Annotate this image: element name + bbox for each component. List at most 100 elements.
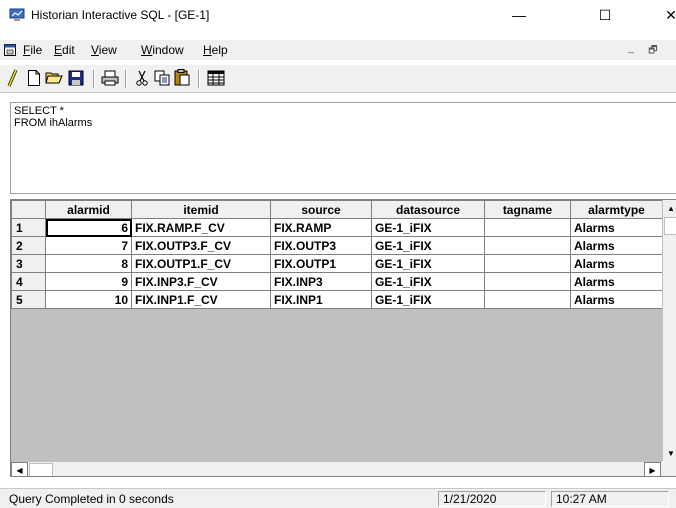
row-number[interactable]: 3 <box>11 254 46 273</box>
cell-alarmid[interactable]: 7 <box>45 236 132 255</box>
cell-alarmid[interactable]: 9 <box>45 272 132 291</box>
status-bar: Query Completed in 0 seconds 1/21/2020 1… <box>0 488 676 508</box>
column-header-itemid[interactable]: itemid <box>131 200 271 219</box>
row-number[interactable]: 5 <box>11 290 46 309</box>
results-table: alarmid itemid source datasource tagname… <box>11 200 663 309</box>
cell-source[interactable]: FIX.RAMP <box>270 218 372 237</box>
cell-tagname[interactable] <box>484 272 571 291</box>
cell-source[interactable]: FIX.INP1 <box>270 290 372 309</box>
cell-datasource[interactable]: GE-1_iFIX <box>371 254 485 273</box>
copy-button[interactable] <box>151 68 173 90</box>
save-icon <box>68 70 84 89</box>
column-header-alarmtype[interactable]: alarmtype <box>570 200 663 219</box>
grid-icon <box>207 70 225 89</box>
scroll-left-arrow-icon[interactable]: ◀ <box>11 462 28 476</box>
historian-app-icon <box>9 8 25 22</box>
menu-window[interactable]: Window <box>141 43 184 57</box>
paste-icon <box>174 69 190 89</box>
table-row[interactable]: 2 7 FIX.OUTP3.F_CV FIX.OUTP3 GE-1_iFIX A… <box>11 236 663 255</box>
toolbar-separator <box>93 70 95 88</box>
cell-source[interactable]: FIX.INP3 <box>270 272 372 291</box>
cell-alarmid[interactable]: 8 <box>45 254 132 273</box>
results-grid[interactable]: alarmid itemid source datasource tagname… <box>10 199 676 477</box>
cut-button[interactable] <box>131 68 153 90</box>
horizontal-scrollbar[interactable]: ◀ ▶ <box>11 461 662 476</box>
menu-help[interactable]: Help <box>203 43 228 57</box>
cell-alarmtype[interactable]: Alarms <box>570 218 663 237</box>
table-row[interactable]: 3 8 FIX.OUTP1.F_CV FIX.OUTP1 GE-1_iFIX A… <box>11 254 663 273</box>
open-button[interactable] <box>43 68 65 90</box>
cut-icon <box>135 70 149 89</box>
table-header-row: alarmid itemid source datasource tagname… <box>11 200 663 219</box>
status-date: 1/21/2020 <box>438 491 546 507</box>
scroll-right-arrow-icon[interactable]: ▶ <box>644 462 661 476</box>
cell-source[interactable]: FIX.OUTP1 <box>270 254 372 273</box>
document-icon[interactable] <box>3 43 17 57</box>
column-header-source[interactable]: source <box>270 200 372 219</box>
paste-button[interactable] <box>171 68 193 90</box>
row-number[interactable]: 2 <box>11 236 46 255</box>
cell-itemid[interactable]: FIX.RAMP.F_CV <box>131 218 271 237</box>
close-button[interactable]: ✕ <box>648 0 676 30</box>
cell-itemid[interactable]: FIX.INP3.F_CV <box>131 272 271 291</box>
new-button[interactable] <box>23 68 45 90</box>
mdi-minimize-button[interactable]: _ <box>624 43 638 55</box>
scroll-down-arrow-icon[interactable]: ▼ <box>663 445 676 462</box>
vertical-scrollbar[interactable]: ▲ ▼ <box>662 200 676 462</box>
cell-source[interactable]: FIX.OUTP3 <box>270 236 372 255</box>
table-row[interactable]: 5 10 FIX.INP1.F_CV FIX.INP1 GE-1_iFIX Al… <box>11 290 663 309</box>
menu-edit[interactable]: Edit <box>54 43 75 57</box>
status-message: Query Completed in 0 seconds <box>9 492 174 506</box>
table-row[interactable]: 4 9 FIX.INP3.F_CV FIX.INP3 GE-1_iFIX Ala… <box>11 272 663 291</box>
maximize-button[interactable]: ☐ <box>582 0 628 30</box>
cell-tagname[interactable] <box>484 254 571 273</box>
cell-tagname[interactable] <box>484 236 571 255</box>
copy-icon <box>154 70 170 89</box>
cell-datasource[interactable]: GE-1_iFIX <box>371 272 485 291</box>
vertical-scroll-thumb[interactable] <box>664 217 676 235</box>
cell-itemid[interactable]: FIX.OUTP1.F_CV <box>131 254 271 273</box>
cell-datasource[interactable]: GE-1_iFIX <box>371 236 485 255</box>
toolbar <box>0 65 676 93</box>
minimize-button[interactable]: — <box>496 0 542 30</box>
column-header-alarmid[interactable]: alarmid <box>45 200 132 219</box>
menu-bar: File Edit View Window Help _ 🗗 <box>0 40 676 60</box>
print-button[interactable] <box>99 68 121 90</box>
horizontal-scroll-thumb[interactable] <box>29 463 53 476</box>
cell-datasource[interactable]: GE-1_iFIX <box>371 218 485 237</box>
scroll-up-arrow-icon[interactable]: ▲ <box>663 200 676 217</box>
cell-alarmid[interactable]: 6 <box>45 218 132 237</box>
menu-file[interactable]: File <box>23 43 42 57</box>
cell-tagname[interactable] <box>484 218 571 237</box>
cell-alarmtype[interactable]: Alarms <box>570 254 663 273</box>
sql-query-editor[interactable]: SELECT * FROM ihAlarms <box>10 102 676 194</box>
window-title: Historian Interactive SQL - [GE-1] <box>31 8 210 22</box>
cell-itemid[interactable]: FIX.OUTP3.F_CV <box>131 236 271 255</box>
grid-view-button[interactable] <box>205 68 227 90</box>
cell-alarmid[interactable]: 10 <box>45 290 132 309</box>
cell-alarmtype[interactable]: Alarms <box>570 236 663 255</box>
row-number[interactable]: 4 <box>11 272 46 291</box>
row-number[interactable]: 1 <box>11 218 46 237</box>
status-time: 10:27 AM <box>551 491 669 507</box>
save-button[interactable] <box>65 68 87 90</box>
title-bar[interactable]: Historian Interactive SQL - [GE-1] — ☐ ✕ <box>0 0 676 30</box>
column-header-datasource[interactable]: datasource <box>371 200 485 219</box>
cell-datasource[interactable]: GE-1_iFIX <box>371 290 485 309</box>
new-icon <box>27 69 41 89</box>
menu-view[interactable]: View <box>91 43 117 57</box>
grid-corner[interactable] <box>11 200 46 219</box>
cell-alarmtype[interactable]: Alarms <box>570 272 663 291</box>
toolbar-separator <box>125 70 127 88</box>
table-row[interactable]: 1 6 FIX.RAMP.F_CV FIX.RAMP GE-1_iFIX Ala… <box>11 218 663 237</box>
cell-tagname[interactable] <box>484 290 571 309</box>
scrollbar-corner <box>662 461 676 476</box>
cell-alarmtype[interactable]: Alarms <box>570 290 663 309</box>
mdi-restore-button[interactable]: 🗗 <box>646 43 660 56</box>
execute-icon <box>5 68 21 90</box>
cell-itemid[interactable]: FIX.INP1.F_CV <box>131 290 271 309</box>
open-folder-icon <box>45 70 63 88</box>
toolbar-separator <box>198 70 200 88</box>
column-header-tagname[interactable]: tagname <box>484 200 571 219</box>
execute-button[interactable] <box>2 68 24 90</box>
